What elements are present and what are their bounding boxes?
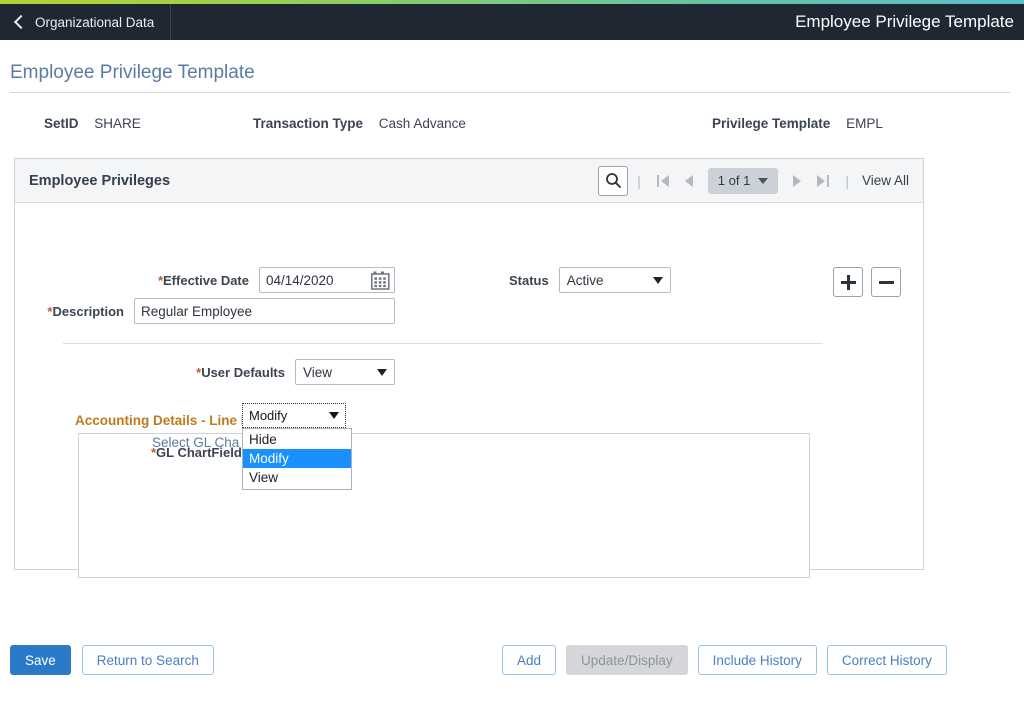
header-title: Employee Privilege Template bbox=[795, 12, 1014, 31]
select-gl-chartfields-link[interactable]: Select GL Cha bbox=[152, 435, 239, 450]
user-defaults-label: *User Defaults bbox=[196, 365, 285, 380]
last-page-icon[interactable] bbox=[810, 168, 836, 194]
row-navigation-bar: | 1 of 1 | View All bbox=[598, 165, 915, 196]
search-icon[interactable] bbox=[598, 165, 629, 196]
gl-chartfields-option-list[interactable]: Hide Modify View bbox=[242, 428, 352, 490]
section-divider bbox=[63, 343, 823, 344]
next-page-icon[interactable] bbox=[784, 168, 810, 194]
description-input[interactable] bbox=[134, 298, 395, 324]
description-label-text: Description bbox=[52, 303, 124, 319]
status-value: Active bbox=[566, 272, 604, 288]
back-button-label: Organizational Data bbox=[35, 14, 155, 30]
page-title-divider bbox=[10, 92, 1010, 93]
chevron-down-icon bbox=[758, 177, 769, 184]
option-modify[interactable]: Modify bbox=[243, 449, 351, 468]
effective-date-input-wrap bbox=[259, 267, 395, 293]
setid-label: SetID bbox=[44, 116, 79, 131]
chevron-down-icon bbox=[652, 276, 663, 284]
key-info-row: SetID SHARE Transaction Type Cash Advanc… bbox=[0, 116, 1024, 140]
employee-privileges-panel: Employee Privileges | 1 of 1 | View All … bbox=[14, 158, 924, 578]
gl-chartfields-value: Modify bbox=[249, 408, 288, 423]
panel-header: Employee Privileges | 1 of 1 | View All bbox=[15, 159, 923, 203]
add-row-button[interactable] bbox=[833, 267, 863, 297]
setid-field: SetID SHARE bbox=[44, 116, 141, 131]
transaction-type-value: Cash Advance bbox=[378, 116, 466, 131]
transaction-type-label: Transaction Type bbox=[253, 116, 364, 131]
status-dropdown[interactable]: Active bbox=[558, 267, 671, 293]
nav-separator-right: | bbox=[845, 172, 849, 189]
view-all-link[interactable]: View All bbox=[858, 173, 915, 188]
user-defaults-dropdown[interactable]: View bbox=[295, 359, 395, 385]
description-row: *Description bbox=[15, 298, 395, 324]
update-display-button: Update/Display bbox=[566, 645, 688, 675]
description-label: *Description bbox=[47, 304, 124, 319]
option-hide[interactable]: Hide bbox=[243, 430, 351, 449]
footer-right-actions: Add Update/Display Include History Corre… bbox=[502, 645, 947, 675]
panel-title: Employee Privileges bbox=[29, 172, 171, 189]
back-to-organizational-data-button[interactable]: Organizational Data bbox=[0, 4, 172, 40]
nav-separator-left: | bbox=[637, 172, 641, 189]
correct-history-button[interactable]: Correct History bbox=[826, 645, 947, 675]
app-header: Organizational Data Employee Privilege T… bbox=[0, 4, 1024, 40]
previous-page-icon[interactable] bbox=[676, 168, 702, 194]
effective-date-row: *Effective Date bbox=[15, 267, 395, 293]
delete-row-button[interactable] bbox=[871, 267, 901, 297]
gl-chartfields-dropdown[interactable]: Modify bbox=[242, 403, 346, 428]
footer-left-actions: Save Return to Search bbox=[10, 645, 214, 675]
row-counter-dropdown[interactable]: 1 of 1 bbox=[707, 167, 779, 194]
privilege-template-value: EMPL bbox=[846, 116, 883, 131]
page-title: Employee Privilege Template bbox=[10, 62, 255, 83]
status-row: Status Active bbox=[509, 267, 671, 293]
add-button[interactable]: Add bbox=[502, 645, 557, 675]
effective-date-label: *Effective Date bbox=[158, 273, 249, 288]
chevron-down-icon bbox=[329, 412, 339, 419]
status-label: Status bbox=[509, 272, 549, 288]
panel-body: *Effective Date 04/14/2020 Status Active… bbox=[15, 203, 923, 578]
include-history-button[interactable]: Include History bbox=[697, 645, 817, 675]
page-title-section: Employee Privilege Template bbox=[0, 62, 1024, 93]
calendar-icon[interactable] bbox=[371, 271, 390, 290]
effective-date-label-text: Effective Date bbox=[163, 272, 249, 288]
privilege-template-label: Privilege Template bbox=[712, 116, 831, 131]
option-view[interactable]: View bbox=[243, 468, 351, 487]
row-action-buttons bbox=[833, 267, 901, 297]
transaction-type-field: Transaction Type Cash Advance bbox=[253, 116, 466, 131]
return-to-search-button[interactable]: Return to Search bbox=[81, 645, 214, 675]
user-defaults-value: View bbox=[303, 364, 333, 380]
chevron-left-icon bbox=[12, 15, 26, 29]
user-defaults-row: *User Defaults View bbox=[15, 359, 395, 385]
setid-value: SHARE bbox=[94, 116, 141, 131]
save-button[interactable]: Save bbox=[10, 645, 71, 675]
first-page-icon[interactable] bbox=[650, 168, 676, 194]
privilege-template-field: Privilege Template EMPL bbox=[712, 116, 883, 131]
row-counter-label: 1 of 1 bbox=[717, 173, 751, 188]
chevron-down-icon bbox=[377, 368, 387, 376]
user-defaults-label-text: User Defaults bbox=[201, 364, 285, 380]
